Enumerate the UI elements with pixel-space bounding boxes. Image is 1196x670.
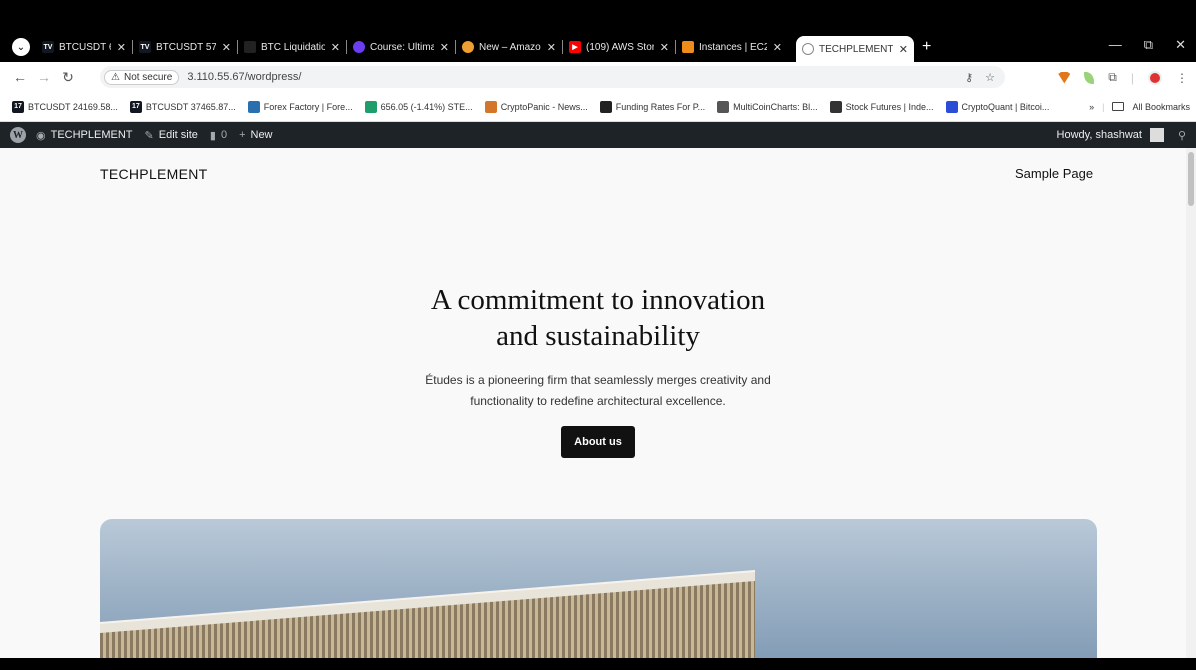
amazon-icon	[462, 41, 474, 53]
tab-search-icon[interactable]: ⌄	[12, 38, 30, 56]
hero-description: Études is a pioneering firm that seamles…	[425, 373, 771, 408]
search-icon[interactable]: ⚲	[1178, 129, 1186, 142]
close-tab-icon[interactable]: ✕	[331, 41, 340, 54]
close-tab-icon[interactable]: ✕	[660, 41, 669, 54]
metamask-icon[interactable]	[1058, 71, 1071, 84]
site-page: TECHPLEMENT Sample Page A commitment to …	[0, 148, 1196, 658]
url-text[interactable]: 3.110.55.67/wordpress/	[187, 71, 301, 83]
howdy-user-menu[interactable]: Howdy, shashwat	[1057, 129, 1142, 141]
page-scrollbar[interactable]	[1186, 148, 1196, 658]
browser-tab[interactable]: Instances | EC2 |... ✕	[676, 36, 788, 58]
admin-site-link[interactable]: ◉ TECHPLEMENT	[36, 129, 133, 142]
browser-tab[interactable]: Course: Ultimate... ✕	[347, 36, 455, 58]
tradingview-icon: 17	[12, 100, 24, 113]
folder-icon	[1112, 102, 1125, 111]
funding-rates-icon	[599, 100, 612, 113]
browser-tab[interactable]: BTC Liquidation... ✕	[238, 36, 346, 58]
avatar[interactable]	[1149, 128, 1164, 142]
globe-icon	[802, 43, 814, 55]
multicoincharts-icon	[717, 100, 730, 113]
forward-icon[interactable]: →	[32, 69, 56, 85]
window-controls: — ⧉ ✕	[1109, 37, 1186, 53]
warning-icon: ⚠	[111, 71, 120, 83]
restore-button[interactable]: ⧉	[1144, 37, 1153, 53]
tradingview-icon: TV	[42, 41, 54, 53]
scrollbar-thumb[interactable]	[1188, 152, 1194, 206]
address-bar[interactable]: ⚠ Not secure 3.110.55.67/wordpress/ ⚷ ☆	[100, 66, 1005, 88]
screen-bottom-margin	[0, 658, 1196, 670]
bookmark-item[interactable]: CryptoQuant | Bitcoi...	[945, 100, 1049, 113]
wp-admin-bar: W ◉ TECHPLEMENT ✎ Edit site ▮ 0 + New Ho…	[0, 122, 1196, 148]
brush-icon: ✎	[144, 129, 154, 142]
liquidation-icon	[244, 41, 256, 53]
dashboard-icon: ◉	[36, 129, 46, 142]
all-bookmarks-button[interactable]: All Bookmarks	[1132, 102, 1190, 112]
bookmark-item[interactable]: 656.05 (-1.41%) STE...	[364, 100, 473, 113]
close-tab-icon[interactable]: ✕	[222, 41, 231, 54]
close-tab-icon[interactable]: ✕	[773, 41, 782, 54]
browser-tab-strip: ⌄ TV BTCUSDT 62521... ✕ TV BTCUSDT 57801…	[0, 32, 1196, 62]
bookmark-item[interactable]: Forex Factory | Fore...	[247, 100, 353, 113]
back-icon[interactable]: ←	[8, 69, 32, 85]
plus-icon: +	[239, 129, 246, 141]
menu-kebab-icon[interactable]: ⋮	[1176, 71, 1188, 85]
new-content-link[interactable]: + New	[239, 129, 272, 141]
course-icon	[353, 41, 365, 53]
edit-site-link[interactable]: ✎ Edit site	[145, 129, 198, 142]
extensions-area: ⧉ | ⋮	[1058, 70, 1188, 85]
bookmark-item[interactable]: CryptoPanic - News...	[484, 100, 588, 113]
close-window-button[interactable]: ✕	[1175, 37, 1186, 53]
bookmark-item[interactable]: Stock Futures | Inde...	[829, 100, 934, 113]
tradingview-icon: 17	[129, 100, 142, 113]
bookmark-item[interactable]: 17 BTCUSDT 37465.87...	[129, 100, 236, 113]
youtube-icon: ▶	[569, 41, 581, 53]
comment-bubble-icon: ▮	[209, 129, 216, 142]
browser-tab-active[interactable]: TECHPLEMENT ✕	[796, 36, 914, 62]
reload-icon[interactable]: ↻	[56, 69, 80, 86]
forex-factory-icon	[247, 100, 260, 113]
leaf-extension-icon[interactable]	[1084, 71, 1095, 84]
bookmark-item[interactable]: MultiCoinCharts: Bl...	[717, 100, 818, 113]
bookmark-star-icon[interactable]: ☆	[985, 71, 995, 84]
stock-icon	[364, 100, 377, 113]
new-tab-button[interactable]: +	[922, 38, 931, 56]
tradingview-icon: TV	[139, 41, 151, 53]
password-key-icon[interactable]: ⚷	[965, 71, 973, 84]
aws-icon	[682, 41, 694, 53]
close-tab-icon[interactable]: ✕	[117, 41, 126, 54]
bookmark-item[interactable]: Funding Rates For P...	[599, 100, 705, 113]
more-bookmarks-button[interactable]: »	[1089, 102, 1094, 112]
browser-tab[interactable]: TV BTCUSDT 57801... ✕	[133, 36, 237, 58]
bookmark-item[interactable]: 17 BTCUSDT 24169.58...	[12, 100, 118, 113]
cryptopanic-icon	[484, 100, 497, 113]
extensions-puzzle-icon[interactable]: ⧉	[1108, 70, 1117, 85]
wordpress-logo-icon[interactable]: W	[10, 127, 26, 143]
hero-architecture-image	[100, 519, 1097, 658]
comments-link[interactable]: ▮ 0	[210, 129, 227, 142]
browser-toolbar: ← → ↻ ⚠ Not secure 3.110.55.67/wordpress…	[0, 62, 1196, 92]
nav-link-sample-page[interactable]: Sample Page	[1015, 166, 1093, 181]
about-us-button[interactable]: About us	[561, 426, 635, 458]
profile-record-icon[interactable]	[1148, 70, 1162, 85]
site-title[interactable]: TECHPLEMENT	[100, 166, 208, 182]
bookmarks-bar: 17 BTCUSDT 24169.58... 17 BTCUSDT 37465.87…	[0, 92, 1196, 122]
cryptoquant-icon	[945, 100, 958, 113]
close-tab-icon[interactable]: ✕	[899, 43, 908, 56]
security-chip[interactable]: ⚠ Not secure	[104, 69, 180, 85]
browser-tab[interactable]: New – Amazon... ✕	[456, 36, 562, 58]
close-tab-icon[interactable]: ✕	[440, 41, 449, 54]
close-tab-icon[interactable]: ✕	[547, 41, 556, 54]
hero-heading: A commitment to innovation and sustainab…	[430, 284, 766, 352]
screen-top-margin	[0, 0, 1196, 32]
building-canopy-graphic	[100, 570, 756, 658]
stock-futures-icon	[829, 100, 842, 113]
browser-tab[interactable]: ▶ (109) AWS Stora... ✕	[563, 36, 675, 58]
minimize-button[interactable]: —	[1109, 37, 1122, 53]
browser-tab[interactable]: TV BTCUSDT 62521... ✕	[36, 36, 132, 58]
